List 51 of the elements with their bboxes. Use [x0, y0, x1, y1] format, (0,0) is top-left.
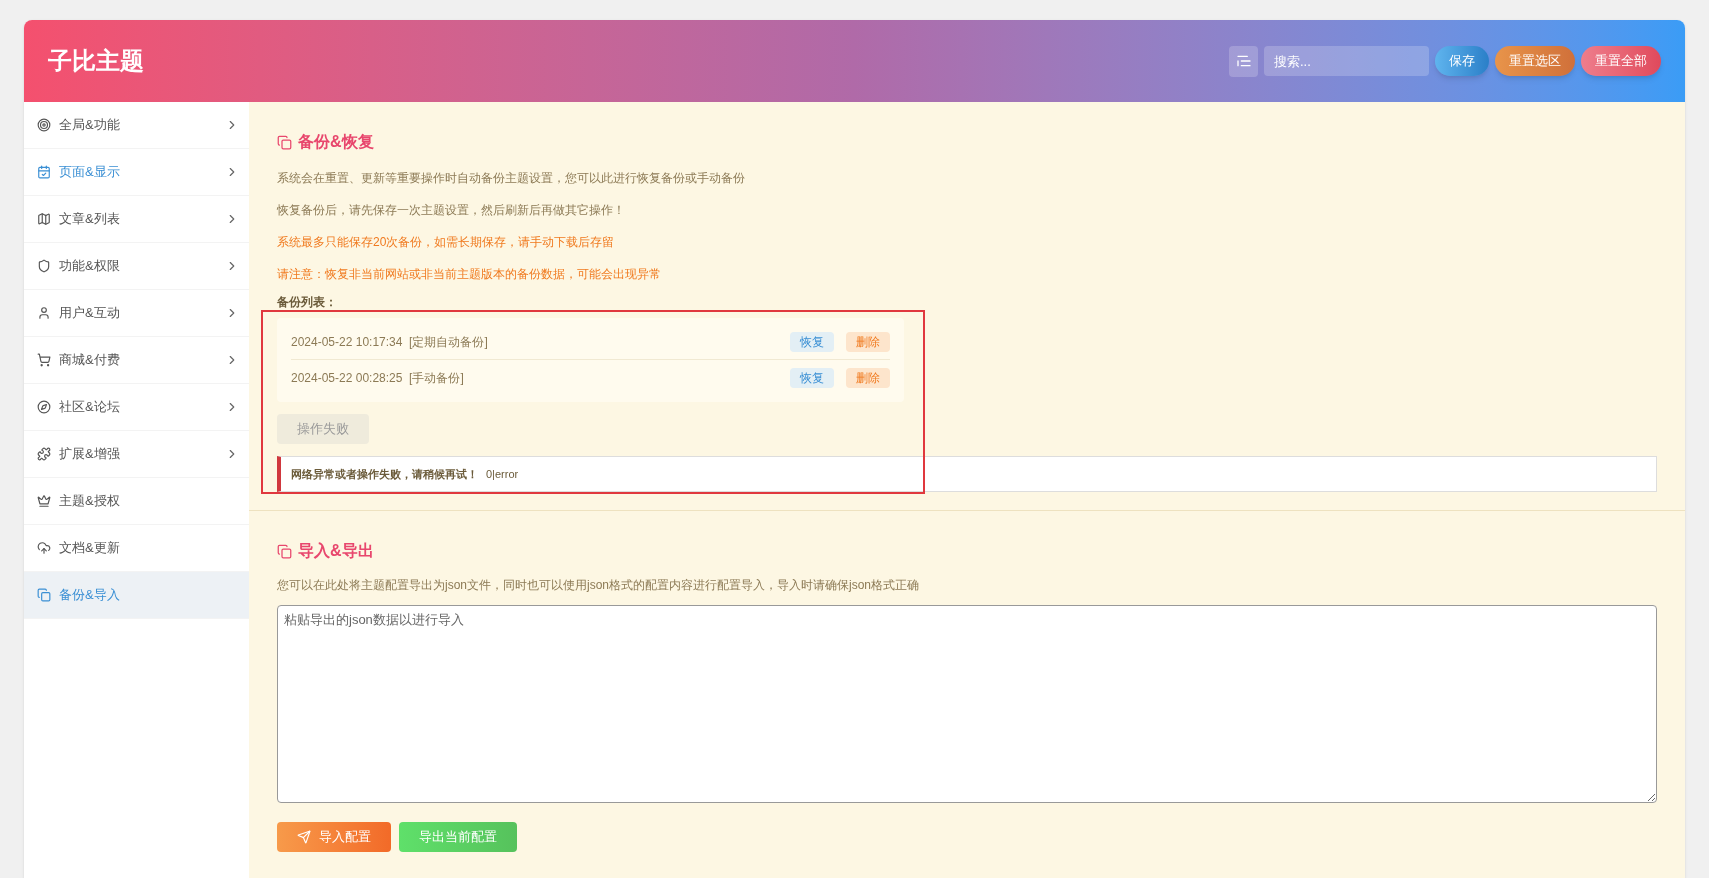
error-message: 网络异常或者操作失败，请稍候再试！	[291, 466, 478, 482]
description-text: 您可以在此处将主题配置导出为json文件，同时也可以使用json格式的配置内容进行配置导入，导入时请确保json格式正确	[277, 577, 921, 594]
puzzle-icon	[37, 447, 51, 461]
header-button[interactable]: 重置选区	[1495, 46, 1575, 76]
sidebar-label: 文档&更新	[59, 539, 120, 558]
copy-icon	[277, 134, 292, 150]
import-button[interactable]: 导入配置	[277, 822, 391, 852]
cloud-upload-icon	[37, 541, 51, 555]
section-title: 导入&导出	[298, 541, 374, 561]
sidebar-label: 文章&列表	[59, 210, 120, 229]
backup-entry-text: 2024-05-22 10:17:34 [定期自动备份]	[291, 333, 488, 351]
export-button[interactable]: 导出当前配置	[399, 822, 517, 852]
menu-toggle-button[interactable]	[1229, 45, 1258, 77]
backup-entry-text: 2024-05-22 00:28:25 [手动备份]	[291, 370, 464, 387]
sidebar-label: 备份&导入	[59, 586, 120, 605]
crown-icon	[37, 494, 51, 508]
user-icon	[37, 306, 51, 320]
list-label: 备份列表：	[277, 294, 338, 311]
send-icon	[297, 830, 311, 844]
shield-icon	[37, 259, 51, 273]
header-button[interactable]: 保存	[1435, 46, 1489, 76]
header-button[interactable]: 重置全部	[1581, 46, 1661, 76]
note-text: 恢复备份后，请先保存一次主题设置，然后刷新后再做其它操作！	[277, 202, 626, 219]
sidebar-label: 商城&付费	[59, 351, 120, 370]
error-code: 0|error	[486, 466, 519, 482]
copy-icon	[37, 588, 51, 602]
sidebar-label: 扩展&增强	[59, 445, 120, 464]
sidebar-label: 页面&显示	[59, 163, 120, 182]
sidebar-label: 全局&功能	[59, 116, 120, 135]
sidebar-item[interactable]: 备份&导入	[24, 572, 249, 619]
delete-button[interactable]: 删除	[846, 331, 890, 352]
compass-icon	[37, 400, 51, 414]
delete-button[interactable]: 删除	[846, 368, 890, 388]
restore-button[interactable]: 恢复	[790, 368, 834, 388]
note-text: 系统会在重置、更新等重要操作时自动备份主题设置，您可以此进行恢复备份或手动备份	[277, 170, 746, 187]
sidebar-label: 社区&论坛	[59, 398, 120, 417]
note-text: 请注意：恢复非当前网站或非当前主题版本的备份数据，可能会出现异常	[277, 266, 662, 283]
cart-icon	[37, 353, 51, 367]
sidebar-label: 功能&权限	[59, 257, 120, 276]
restore-button[interactable]: 恢复	[790, 331, 834, 352]
sidebar-label: 用户&互动	[59, 304, 120, 323]
map-icon	[37, 212, 51, 226]
copy-icon	[277, 543, 292, 559]
target-icon	[37, 118, 51, 132]
note-text: 系统最多只能保存20次备份，如需长期保存，请手动下载后存留	[277, 234, 616, 251]
sidebar-label: 主题&授权	[59, 492, 120, 511]
section-title: 备份&恢复	[298, 132, 374, 152]
json-textarea[interactable]: 粘贴导出的json数据以进行导入	[277, 605, 1657, 803]
calendar-icon	[37, 165, 51, 179]
app-title: 子比主题	[48, 46, 144, 76]
list-icon	[1235, 53, 1252, 69]
